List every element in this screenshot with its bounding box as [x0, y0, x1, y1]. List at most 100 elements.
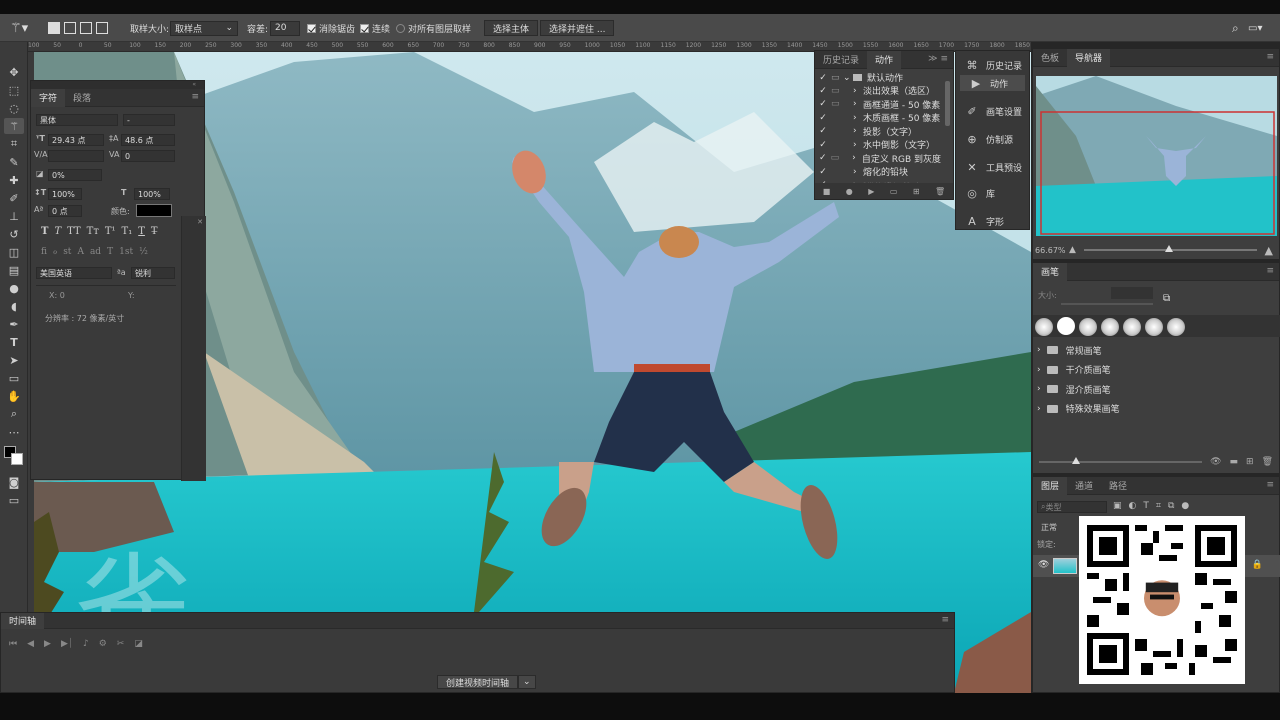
action-item[interactable]: ✓ ▭ › 画框通道 - 50 像素 — [815, 98, 941, 111]
brush-preset-1[interactable] — [1035, 318, 1053, 336]
discretionary-ligature-button[interactable]: st — [63, 247, 71, 257]
first-frame-icon[interactable]: ⏮ — [9, 639, 17, 649]
panel-menu-icon[interactable]: ≡ — [191, 92, 199, 102]
panel-menu-icon[interactable]: ≡ — [941, 615, 949, 625]
zoom-in-icon[interactable]: ▲ — [1265, 244, 1279, 257]
eye-icon[interactable]: 👁 — [1038, 560, 1049, 570]
magic-wand-tool-icon[interactable]: ⚚ — [4, 118, 24, 134]
blend-mode-select[interactable]: 正常 — [1041, 522, 1057, 533]
lasso-tool-icon[interactable]: ◌ — [4, 100, 24, 116]
stop-icon[interactable]: ■ — [823, 187, 831, 196]
brush-tool-icon[interactable]: ✐ — [4, 190, 24, 206]
all-caps-button[interactable]: TT — [67, 226, 81, 237]
hand-tool-icon[interactable]: ✋ — [4, 388, 24, 404]
action-item[interactable]: ✓ › 熔化的铅块 — [815, 165, 941, 179]
folder-icon[interactable]: ▬ — [1230, 457, 1239, 467]
subscript-button[interactable]: T₁ — [122, 226, 133, 237]
adjustment-filter-icon[interactable]: ◐ — [1129, 501, 1137, 511]
dock-item[interactable]: ⌘ 历史记录 — [956, 53, 1029, 77]
brush-preset-6[interactable] — [1145, 318, 1163, 336]
font-style-select[interactable]: - — [123, 114, 175, 126]
font-family-select[interactable]: 黑体 — [36, 114, 118, 126]
new-selection-icon[interactable] — [48, 22, 60, 34]
small-caps-button[interactable]: Tт — [87, 226, 99, 237]
panel-menu-icon[interactable]: ≫ ≡ — [928, 54, 948, 64]
blur-tool-icon[interactable]: ● — [4, 280, 24, 296]
tab-history[interactable]: 历史记录 — [815, 51, 867, 69]
tab-brushes[interactable]: 画笔 — [1033, 262, 1068, 281]
panel-menu-icon[interactable]: ≡ — [1266, 266, 1274, 276]
strikethrough-button[interactable]: T̶ — [151, 226, 158, 237]
select-subject-button[interactable]: 选择主体 — [484, 20, 539, 36]
language-select[interactable]: 美国英语 — [36, 267, 112, 279]
brush-size-slider[interactable] — [1061, 303, 1153, 305]
zoom-value[interactable]: 66.67% — [1033, 246, 1069, 255]
chevron-right-icon[interactable]: › — [1037, 345, 1041, 355]
kerning-input[interactable] — [48, 150, 104, 162]
smart-object-filter-icon[interactable]: ⧉ — [1168, 501, 1174, 511]
chevron-right-icon[interactable]: › — [1037, 384, 1041, 394]
chevron-right-icon[interactable]: › — [852, 153, 862, 163]
dock-item[interactable]: A 字形 — [956, 209, 1029, 233]
swash-button[interactable]: A — [77, 247, 84, 257]
brush-folder[interactable]: › 湿介质画笔 — [1037, 380, 1269, 398]
fractions-button[interactable]: ½ — [139, 247, 148, 257]
leading-input[interactable]: 48.6 点 — [121, 134, 175, 146]
history-brush-tool-icon[interactable]: ↺ — [4, 226, 24, 242]
tab-timeline[interactable]: 时间轴 — [1, 612, 45, 629]
subtract-selection-icon[interactable] — [80, 22, 92, 34]
chevron-right-icon[interactable]: › — [1037, 365, 1041, 375]
dodge-tool-icon[interactable]: ◖ — [4, 298, 24, 314]
ligature-button[interactable]: fi — [41, 247, 47, 257]
chevron-down-icon[interactable]: ⌄ — [843, 73, 853, 83]
clone-stamp-tool-icon[interactable]: ⊥ — [4, 208, 24, 224]
all-layers-checkbox[interactable]: 对所有图层取样 — [396, 20, 471, 36]
vertical-scale-input[interactable]: 100% — [48, 188, 82, 200]
action-item[interactable]: ✓ › 木质画框 - 50 像素 — [815, 111, 941, 125]
workspace-icon[interactable]: ▭▾ — [1248, 20, 1262, 36]
dock-item[interactable]: ◎ 库 — [956, 181, 1029, 205]
marquee-tool-icon[interactable]: ⬚ — [4, 82, 24, 98]
sample-size-select[interactable]: 取样点 ⌄ — [170, 20, 238, 36]
stylistic-alternates-button[interactable]: ad — [90, 247, 101, 257]
chevron-right-icon[interactable]: › — [853, 99, 863, 109]
baseline-shift-input[interactable]: 0 点 — [48, 205, 82, 217]
healing-brush-tool-icon[interactable]: ✚ — [4, 172, 24, 188]
action-item[interactable]: ✓ ▭ › 淡出效果（选区） — [815, 84, 941, 98]
scrollbar-thumb[interactable] — [945, 81, 950, 126]
tab-actions[interactable]: 动作 — [867, 50, 902, 69]
new-icon[interactable]: ⊞ — [1246, 457, 1254, 467]
audio-icon[interactable]: ♪ — [83, 639, 89, 649]
tab-paths[interactable]: 路径 — [1101, 477, 1135, 495]
brush-folder[interactable]: › 特殊效果画笔 — [1037, 400, 1269, 418]
record-icon[interactable]: ● — [846, 187, 853, 196]
delete-icon[interactable]: 🗑 — [1262, 457, 1273, 467]
prev-frame-icon[interactable]: ◀ — [27, 639, 34, 649]
brush-preset-7[interactable] — [1167, 318, 1185, 336]
old-style-button[interactable]: ℴ — [53, 247, 57, 257]
dialog-toggle-icon[interactable]: ▭ — [831, 153, 852, 163]
intersect-selection-icon[interactable] — [96, 22, 108, 34]
play-icon[interactable]: ▶ — [868, 187, 874, 196]
font-size-input[interactable]: 29.43 点 — [48, 134, 104, 146]
dialog-toggle-icon[interactable]: ▭ — [831, 73, 843, 83]
create-video-timeline-button[interactable]: 创建视频时间轴 — [437, 675, 519, 689]
ordinals-button[interactable]: 1st — [119, 247, 133, 257]
checkmark-icon[interactable]: ✓ — [815, 140, 831, 150]
tab-layers[interactable]: 图层 — [1033, 476, 1068, 495]
superscript-button[interactable]: T¹ — [105, 226, 116, 237]
dialog-toggle-icon[interactable]: ▭ — [831, 99, 853, 109]
checkmark-icon[interactable]: ✓ — [815, 167, 831, 177]
contiguous-checkbox[interactable]: 连续 — [360, 20, 390, 36]
zoom-slider-thumb[interactable] — [1165, 245, 1174, 252]
zoom-tool-icon[interactable]: ⌕ — [4, 406, 24, 422]
type-filter-icon[interactable]: T — [1143, 501, 1149, 511]
brush-preset-2[interactable] — [1057, 317, 1075, 335]
eraser-tool-icon[interactable]: ◫ — [4, 244, 24, 260]
dock-item[interactable]: ✕ 工具预设 — [956, 155, 1029, 179]
brush-preset-3[interactable] — [1079, 318, 1097, 336]
slider-thumb[interactable] — [1071, 457, 1080, 464]
layer-filter-select[interactable]: ⌕ 类型 — [1037, 501, 1107, 513]
chevron-right-icon[interactable]: › — [853, 86, 863, 96]
view-toggle-icon[interactable]: 👁 — [1210, 457, 1221, 467]
